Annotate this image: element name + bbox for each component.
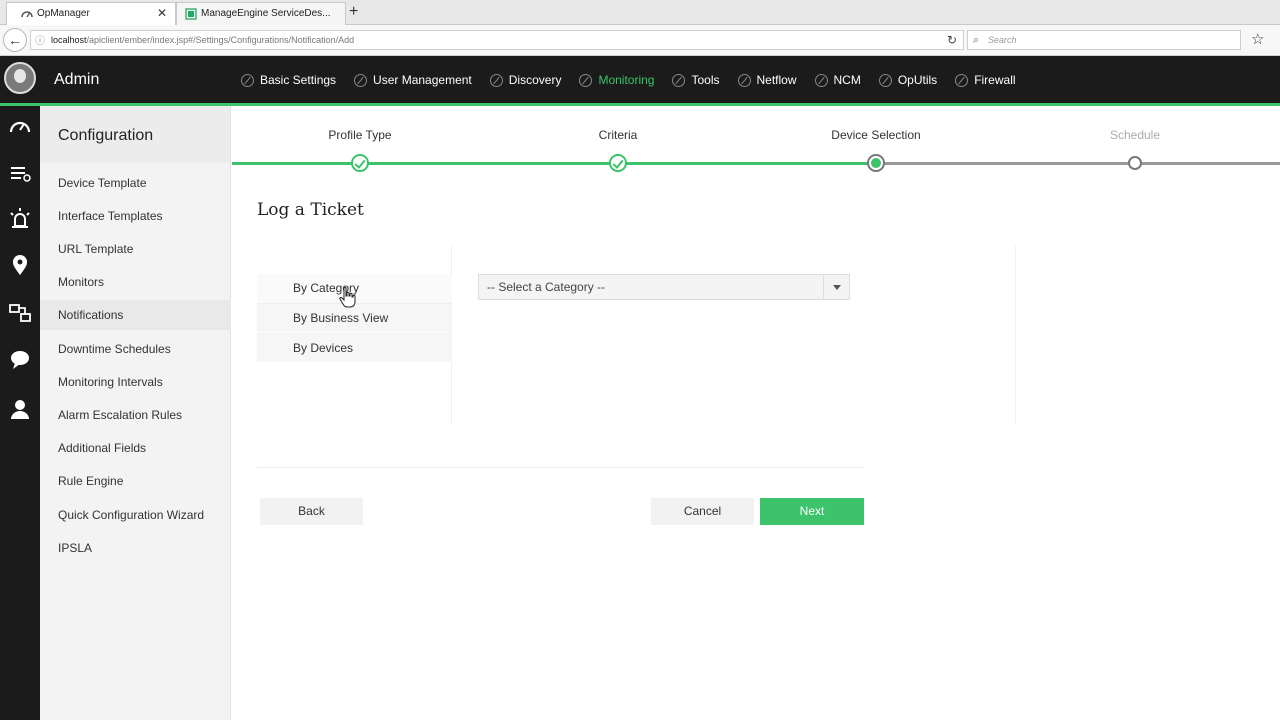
selection-type-list: By Category By Business View By Devices: [257, 246, 452, 424]
nav-label: OpUtils: [897, 73, 938, 87]
step-done-check-icon[interactable]: [351, 154, 369, 172]
next-button[interactable]: Next: [760, 498, 864, 525]
nav-basic-settings[interactable]: Basic Settings: [241, 56, 336, 104]
map-pin-icon[interactable]: [7, 252, 33, 278]
nav-tools[interactable]: Tools: [672, 56, 720, 104]
sidebar-item-additional-fields[interactable]: Additional Fields: [40, 433, 231, 463]
step-label-device-selection[interactable]: Device Selection: [831, 128, 920, 142]
opmanager-favicon-icon: [21, 11, 33, 18]
configuration-sidebar: Configuration Device Template Interface …: [40, 106, 231, 720]
url-path: /apiclient/ember/index.jsp#/Settings/Con…: [86, 35, 355, 45]
step-current-dot-icon: [867, 154, 885, 172]
reload-icon[interactable]: ↻: [947, 31, 957, 49]
step-label-schedule: Schedule: [1109, 128, 1161, 142]
close-tab-icon[interactable]: ✕: [157, 3, 167, 24]
nav-label: Firewall: [974, 73, 1016, 87]
category-select[interactable]: -- Select a Category --: [478, 274, 850, 300]
nav-monitoring[interactable]: Monitoring: [579, 56, 654, 104]
apm-plugin-icon[interactable]: [7, 300, 33, 326]
browser-tab-opmanager[interactable]: OpManager ✕: [6, 2, 176, 25]
header-title: Admin: [54, 71, 100, 88]
nav-label: Basic Settings: [260, 73, 337, 87]
browser-address-bar: ← ⓘ localhost/apiclient/ember/index.jsp#…: [0, 25, 1280, 56]
hand-cursor-icon: [339, 286, 356, 308]
step-done-check-icon[interactable]: [609, 154, 627, 172]
servicedesk-favicon-icon: [185, 8, 197, 20]
back-arrow-icon[interactable]: ←: [3, 28, 27, 52]
sidebar-item-rule-engine[interactable]: Rule Engine: [40, 466, 231, 496]
compass-icon: [878, 73, 892, 87]
browser-tab-servicedesk[interactable]: ManageEngine ServiceDes...: [176, 2, 346, 25]
icon-rail: [0, 106, 40, 720]
step-pending-dot-icon: [1128, 156, 1142, 170]
compass-icon: [489, 73, 503, 87]
option-by-devices[interactable]: By Devices: [257, 333, 452, 362]
compass-icon: [955, 73, 969, 87]
browser-tab-bar: OpManager ✕ ManageEngine ServiceDes... +: [0, 0, 1280, 25]
bookmark-star-icon[interactable]: ☆: [1251, 30, 1264, 48]
nav-firewall[interactable]: Firewall: [955, 56, 1016, 104]
nav-ncm[interactable]: NCM: [814, 56, 861, 104]
browser-tab-title: ManageEngine ServiceDes...: [201, 8, 331, 19]
avatar[interactable]: [4, 62, 36, 94]
sidebar-item-monitoring-intervals[interactable]: Monitoring Intervals: [40, 367, 231, 397]
nav-label: Tools: [691, 73, 720, 87]
back-button[interactable]: Back: [260, 498, 363, 525]
chevron-down-icon[interactable]: [823, 275, 849, 299]
page-title: Log a Ticket: [257, 200, 364, 220]
category-select-value: -- Select a Category --: [487, 280, 606, 294]
step-label-profile-type[interactable]: Profile Type: [328, 128, 391, 142]
search-icon: ⌕: [973, 34, 980, 46]
progress-completed-line: [232, 162, 878, 165]
sidebar-item-url-template[interactable]: URL Template: [40, 234, 231, 264]
sidebar-title: Configuration: [40, 106, 230, 163]
step-label-criteria[interactable]: Criteria: [599, 128, 638, 142]
chat-bubble-icon[interactable]: [7, 346, 33, 372]
dashboard-gauge-icon[interactable]: [7, 114, 33, 140]
form-divider: [257, 467, 864, 468]
compass-icon: [672, 73, 686, 87]
top-nav: Basic Settings User Management Discovery…: [241, 56, 1034, 104]
sidebar-item-device-template[interactable]: Device Template: [40, 168, 231, 198]
wizard-stepper: Profile Type Criteria Device Selection S…: [232, 106, 1280, 196]
nav-user-management[interactable]: User Management: [354, 56, 472, 104]
nav-label: NCM: [833, 73, 861, 87]
sidebar-item-monitors[interactable]: Monitors: [40, 267, 231, 297]
nav-discovery[interactable]: Discovery: [489, 56, 562, 104]
new-tab-icon[interactable]: +: [349, 2, 358, 22]
browser-search-field[interactable]: ⌕ Search: [967, 30, 1241, 50]
url-host: localhost: [51, 35, 87, 45]
inventory-list-icon[interactable]: [7, 160, 33, 186]
search-placeholder: Search: [988, 35, 1017, 45]
progress-pending-line: [878, 162, 1280, 165]
info-icon: ⓘ: [35, 36, 45, 47]
browser-tab-title: OpManager: [37, 8, 90, 19]
cancel-button[interactable]: Cancel: [651, 498, 754, 525]
sidebar-item-ipsla[interactable]: IPSLA: [40, 533, 231, 563]
app-header: Admin Basic Settings User Management Dis…: [0, 56, 1280, 106]
nav-label: Discovery: [508, 73, 562, 87]
panel-divider: [1015, 246, 1016, 424]
compass-icon: [579, 73, 593, 87]
url-field[interactable]: ⓘ localhost/apiclient/ember/index.jsp#/S…: [30, 30, 964, 50]
sidebar-item-alarm-escalation-rules[interactable]: Alarm Escalation Rules: [40, 400, 231, 430]
alarm-siren-icon[interactable]: [7, 206, 33, 232]
nav-oputils[interactable]: OpUtils: [878, 56, 938, 104]
compass-icon: [737, 73, 751, 87]
compass-icon: [354, 73, 368, 87]
nav-label: User Management: [373, 73, 472, 87]
main-content: Profile Type Criteria Device Selection S…: [232, 106, 1280, 720]
sidebar-item-interface-templates[interactable]: Interface Templates: [40, 201, 231, 231]
nav-label: Netflow: [756, 73, 797, 87]
nav-netflow[interactable]: Netflow: [737, 56, 797, 104]
compass-icon: [241, 73, 254, 87]
compass-icon: [814, 73, 828, 87]
sidebar-item-quick-configuration-wizard[interactable]: Quick Configuration Wizard: [40, 500, 231, 530]
sidebar-item-downtime-schedules[interactable]: Downtime Schedules: [40, 334, 231, 364]
user-icon[interactable]: [7, 396, 33, 422]
sidebar-item-notifications[interactable]: Notifications: [40, 300, 231, 330]
nav-label: Monitoring: [598, 73, 655, 87]
